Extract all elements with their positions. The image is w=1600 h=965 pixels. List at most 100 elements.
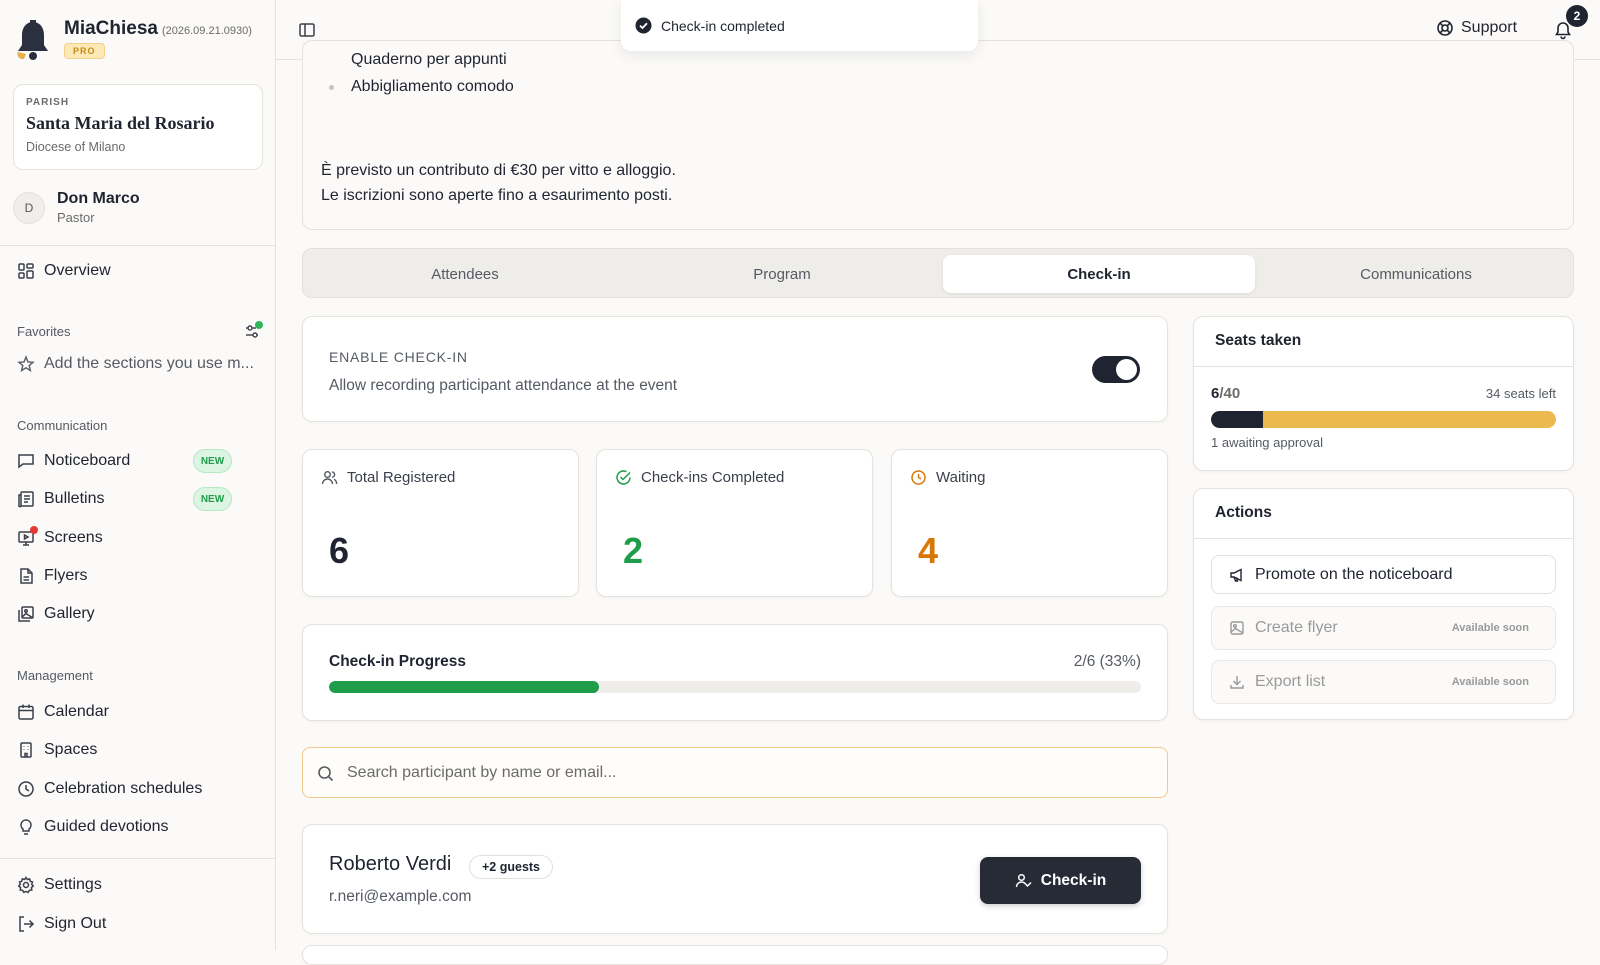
stat-checkins-completed: Check-ins Completed 2 [596, 449, 873, 597]
sidebar-item-guided-devotions[interactable]: Guided devotions [17, 815, 169, 839]
progress-track [329, 681, 1141, 693]
gear-icon [17, 876, 35, 894]
sidebar-toggle-icon[interactable] [298, 21, 316, 39]
stat-label: Total Registered [347, 469, 456, 486]
new-badge: NEW [193, 487, 232, 511]
participant-name: Roberto Verdi [329, 853, 452, 875]
seats-count: 6/40 [1211, 385, 1240, 402]
progress-title: Check-in Progress [329, 653, 466, 670]
user-check-icon [1015, 873, 1032, 888]
sidebar-item-sign-out[interactable]: Sign Out [17, 912, 106, 936]
enable-checkin-toggle[interactable] [1092, 356, 1140, 383]
participant-card: Roberto Verdi +2 guests r.neri@example.c… [302, 824, 1168, 934]
new-badge: NEW [193, 449, 232, 473]
check-in-button[interactable]: Check-in [980, 857, 1141, 904]
image-icon [1230, 621, 1244, 635]
export-list-button[interactable]: Export list Available soon [1211, 660, 1556, 704]
sidebar-item-flyers[interactable]: Flyers [17, 564, 88, 588]
sidebar-item-gallery[interactable]: Gallery [17, 602, 95, 626]
progress-value: 2/6 (33%) [1073, 653, 1141, 670]
user-name: Don Marco [57, 190, 140, 207]
sidebar-item-label: Overview [44, 262, 111, 279]
sidebar-item-label: Bulletins [44, 490, 105, 507]
action-label: Promote on the noticeboard [1255, 565, 1453, 583]
stat-value: 4 [918, 530, 939, 571]
awaiting-approval: 1 awaiting approval [1211, 435, 1324, 450]
support-label: Support [1461, 19, 1518, 36]
sidebar-item-spaces[interactable]: Spaces [17, 738, 97, 762]
sidebar-item-celebration-schedules[interactable]: Celebration schedules [17, 777, 202, 801]
stat-value: 2 [623, 530, 644, 571]
images-icon [18, 606, 34, 622]
enable-checkin-title: ENABLE CHECK-IN [329, 349, 468, 365]
bell-logo-icon [17, 20, 48, 60]
sidebar-item-overview[interactable]: Overview [17, 259, 111, 283]
sidebar-item-label: Noticeboard [44, 452, 131, 469]
sidebar-divider [0, 245, 276, 246]
favorites-add[interactable]: Add the sections you use m... [17, 355, 254, 373]
sidebar-item-label: Gallery [44, 605, 95, 622]
toggle-knob [1116, 359, 1137, 380]
sidebar-item-label: Guided devotions [44, 818, 169, 835]
star-icon [17, 355, 35, 372]
enable-checkin-card: ENABLE CHECK-IN Allow recording particip… [302, 316, 1168, 422]
user-role: Pastor [57, 210, 95, 225]
sidebar-item-bulletins[interactable]: Bulletins [17, 487, 104, 511]
communication-label: Communication [17, 418, 108, 433]
users-icon [321, 471, 338, 485]
download-icon [1230, 676, 1244, 689]
seats-bar-fill [1211, 411, 1263, 428]
sidebar-item-noticeboard[interactable]: Noticeboard [17, 449, 130, 473]
available-soon-label: Available soon [1451, 622, 1529, 634]
clock-icon [911, 470, 926, 485]
tab-attendees[interactable]: Attendees [309, 255, 621, 293]
megaphone-icon [1230, 567, 1242, 582]
dashboard-icon [18, 263, 34, 279]
sidebar-item-label: Spaces [44, 741, 98, 758]
sidebar-item-label: Celebration schedules [44, 780, 203, 797]
brand[interactable]: MiaChiesa (2026.09.21.0930) PRO [16, 18, 252, 62]
tab-program[interactable]: Program [626, 255, 938, 293]
sidebar-item-label: Screens [44, 529, 103, 546]
support-button[interactable]: Support [1436, 19, 1517, 37]
participant-search [302, 747, 1168, 798]
pro-badge: PRO [64, 43, 105, 59]
toast-notification: Check-in completed [621, 0, 978, 51]
sidebar-item-calendar[interactable]: Calendar [17, 700, 109, 724]
sidebar-item-settings[interactable]: Settings [17, 873, 102, 897]
sidebar-divider [0, 858, 276, 859]
available-soon-label: Available soon [1451, 676, 1529, 688]
event-description: Quaderno per appunti Abbigliamento comod… [302, 40, 1574, 230]
promote-noticeboard-button[interactable]: Promote on the noticeboard [1211, 555, 1556, 594]
checkin-progress-card: Check-in Progress 2/6 (33%) [302, 624, 1168, 721]
event-tabs: Attendees Program Check-in Communication… [302, 248, 1574, 298]
lifebuoy-icon [1437, 20, 1453, 36]
sidebar-item-label: Sign Out [44, 915, 107, 932]
check-circle-icon [616, 470, 631, 485]
description-bullet-cut: Quaderno per appunti [351, 51, 507, 68]
bullet-dot [329, 85, 334, 90]
tab-communications[interactable]: Communications [1260, 255, 1572, 293]
user-profile[interactable]: D Don Marco Pastor [13, 190, 140, 225]
app-version: (2026.09.21.0930) [161, 25, 252, 37]
favorites-label: Favorites [17, 324, 71, 339]
check-in-label: Check-in [1040, 871, 1107, 889]
check-circle-icon [635, 17, 652, 34]
enable-checkin-description: Allow recording participant attendance a… [329, 377, 678, 394]
search-icon [318, 766, 334, 782]
create-flyer-button[interactable]: Create flyer Available soon [1211, 606, 1556, 650]
calendar-icon [18, 704, 34, 720]
action-label: Export list [1255, 673, 1326, 690]
search-input[interactable] [347, 760, 1147, 786]
description-paragraph: Le iscrizioni sono aperte fino a esaurim… [321, 187, 673, 204]
log-out-icon [19, 916, 35, 932]
participant-email: r.neri@example.com [329, 888, 472, 905]
building-icon [20, 742, 32, 758]
sidebar-item-label: Calendar [44, 703, 109, 720]
sidebar-item-label: Settings [44, 876, 102, 893]
favorites-add-label: Add the sections you use m... [44, 355, 254, 372]
app-name: MiaChiesa [64, 18, 158, 39]
parish-card[interactable]: PARISH Santa Maria del Rosario Diocese o… [13, 84, 263, 170]
tab-check-in[interactable]: Check-in [943, 255, 1255, 293]
seats-left: 34 seats left [1485, 386, 1556, 401]
